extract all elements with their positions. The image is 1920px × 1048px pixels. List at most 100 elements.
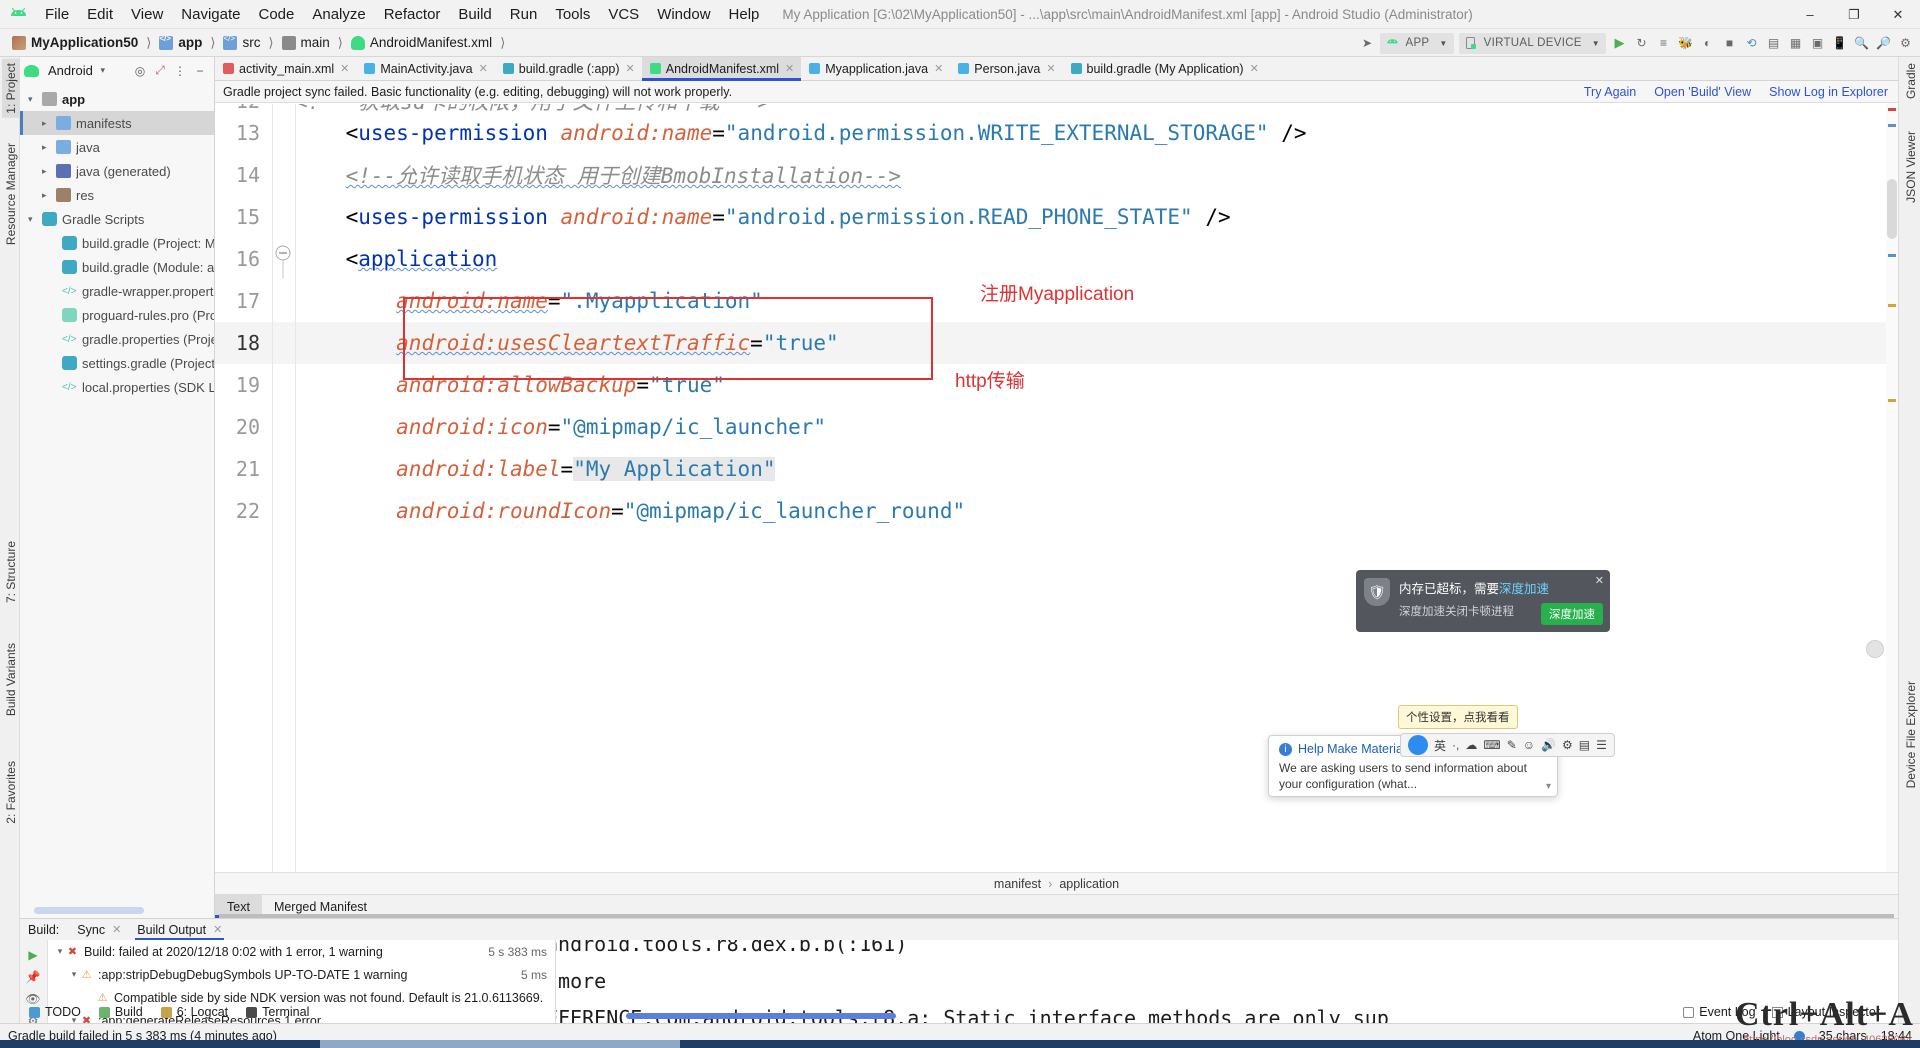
menu-code[interactable]: Code (249, 4, 303, 25)
menu-file[interactable]: File (36, 4, 78, 25)
menu-window[interactable]: Window (648, 4, 719, 25)
search-icon[interactable]: 🔎 (1873, 32, 1894, 54)
rail-tab-device-file-explorer[interactable]: Device File Explorer (1902, 677, 1920, 792)
tree-item-java-generated[interactable]: ▸ java (generated) (20, 159, 214, 183)
tree-item-java[interactable]: ▸ java (20, 135, 214, 159)
rail-tab-favorites[interactable]: 2: Favorites (2, 757, 20, 828)
ime-menu-icon[interactable]: ☰ (1596, 738, 1607, 752)
code-editor[interactable]: 12 <!-- 获取sd卡的权限，用于文件上传和下载 --> 13 uses-p… (215, 104, 1898, 872)
breadcrumb-manifest[interactable]: manifest (994, 877, 1041, 891)
menu-vcs[interactable]: VCS (599, 4, 648, 25)
open-build-view-link[interactable]: Open 'Build' View (1654, 85, 1751, 99)
tree-item-res[interactable]: ▸ res (20, 183, 214, 207)
menu-edit[interactable]: Edit (78, 4, 122, 25)
ime-settings-tooltip[interactable]: 个性设置，点我看看 (1398, 705, 1518, 729)
info-marker[interactable] (1888, 254, 1896, 257)
chevron-down-icon[interactable]: ▾ (28, 94, 42, 105)
close-icon[interactable]: ✕ (340, 62, 349, 75)
device-file-explorer-icon[interactable]: 📱 (1829, 32, 1850, 54)
ime-emoji-icon[interactable]: ☺ (1523, 738, 1535, 752)
breadcrumb-item-main[interactable]: main (278, 34, 334, 51)
try-again-link[interactable]: Try Again (1584, 85, 1636, 99)
breadcrumb-item-project[interactable]: MyApplication50 (8, 34, 142, 51)
stop-icon[interactable]: ■ (1719, 32, 1740, 54)
rail-tab-resource-manager[interactable]: Resource Manager (2, 139, 20, 249)
close-icon[interactable]: ✕ (479, 62, 488, 75)
tree-item-gradle-wrapper-properties[interactable]: </> gradle-wrapper.properties (Gra (20, 279, 214, 303)
build-row-strip-debug-symbols[interactable]: ▾ ⚠ :app:stripDebugDebugSymbols UP-TO-DA… (48, 963, 555, 986)
menu-build[interactable]: Build (449, 4, 500, 25)
build-tab-build-output[interactable]: Build Output ✕ (129, 919, 230, 941)
close-icon[interactable]: ✕ (1250, 62, 1259, 75)
ime-keyboard-icon[interactable]: ⌨ (1483, 738, 1500, 752)
rail-tab-build-variants[interactable]: Build Variants (2, 639, 20, 720)
sogou-logo-icon[interactable] (1408, 735, 1428, 755)
run-icon[interactable]: ▶ (1609, 32, 1630, 54)
editor-tab-activity-main-xml[interactable]: activity_main.xml ✕ (215, 57, 356, 80)
close-icon[interactable]: ✕ (1046, 62, 1055, 75)
tree-item-gradle-properties[interactable]: </> gradle.properties (Project Prop (20, 327, 214, 351)
chevron-down-icon[interactable]: ▾ (1546, 781, 1551, 792)
chevron-right-icon[interactable]: ▸ (42, 190, 56, 201)
chevron-down-icon[interactable]: ▾ (54, 946, 66, 957)
tree-item-local-properties[interactable]: </> local.properties (SDK Location) (20, 375, 214, 399)
tool-button-todo[interactable]: TODO (20, 1005, 90, 1019)
show-log-in-explorer-link[interactable]: Show Log in Explorer (1769, 85, 1888, 99)
close-button[interactable]: ✕ (1876, 0, 1920, 29)
taskbar-active-window[interactable] (320, 1040, 680, 1048)
close-icon[interactable]: ✕ (785, 62, 794, 75)
close-icon[interactable]: ✕ (1595, 574, 1604, 587)
tree-item-build-gradle-project[interactable]: build.gradle (Project: My_Applic (20, 231, 214, 255)
menu-analyze[interactable]: Analyze (303, 4, 374, 25)
editor-tab-androidmanifest-xml[interactable]: AndroidManifest.xml ✕ (641, 57, 802, 81)
editor-tab-mainactivity-java[interactable]: MainActivity.java ✕ (356, 57, 494, 80)
rail-tab-structure[interactable]: 7: Structure (2, 537, 20, 607)
collapse-toolbar-icon[interactable]: ➤ (1356, 32, 1377, 54)
console-horizontal-scrollbar[interactable] (626, 1013, 896, 1019)
editor-tab-build-gradle-app[interactable]: build.gradle (:app) ✕ (495, 57, 642, 80)
chevron-right-icon[interactable]: ▸ (42, 118, 56, 129)
editor-vertical-scrollbar[interactable] (1887, 179, 1897, 239)
project-horizontal-scrollbar[interactable] (34, 907, 144, 914)
build-tab-sync[interactable]: Sync ✕ (69, 919, 129, 941)
tool-button-build[interactable]: Build (90, 1005, 152, 1019)
layout-inspector-icon[interactable]: ▣ (1807, 32, 1828, 54)
sync-gradle-icon[interactable]: ⟲ (1741, 32, 1762, 54)
chevron-down-icon[interactable]: ▾ (68, 969, 80, 980)
tool-button-terminal[interactable]: Terminal (237, 1005, 318, 1019)
rerun-build-icon[interactable]: ▶ (20, 944, 46, 966)
info-marker[interactable] (1888, 124, 1896, 127)
editor-tab-build-gradle-my-application[interactable]: build.gradle (My Application) ✕ (1063, 57, 1266, 80)
editor-error-stripe[interactable] (1886, 104, 1898, 872)
menu-tools[interactable]: Tools (546, 4, 599, 25)
ime-mode-english[interactable]: 英 (1434, 737, 1446, 754)
scroll-from-source-icon[interactable]: ◎ (130, 61, 150, 81)
tool-button-logcat[interactable]: 6: Logcat (152, 1005, 237, 1019)
fold-marker[interactable] (273, 236, 295, 282)
floating-round-button[interactable] (1866, 640, 1884, 658)
tree-item-app[interactable]: ▾ app (20, 87, 214, 111)
warning-marker[interactable] (1888, 304, 1896, 307)
close-icon[interactable]: ✕ (934, 62, 943, 75)
ime-skin-icon[interactable]: ▤ (1579, 738, 1590, 752)
ime-settings-icon[interactable]: ⚙ (1562, 738, 1573, 752)
error-marker[interactable] (1888, 108, 1896, 111)
filter-icon[interactable]: 📌 (20, 966, 46, 988)
tree-item-build-gradle-module[interactable]: build.gradle (Module: app) 202 (20, 255, 214, 279)
rail-tab-project[interactable]: 1: Project (2, 59, 20, 118)
maximize-button[interactable]: ❐ (1832, 0, 1876, 29)
chevron-down-icon[interactable]: ▾ (28, 214, 42, 225)
editor-tab-myapplication-java[interactable]: Myapplication.java ✕ (801, 57, 950, 80)
tree-item-manifests[interactable]: ▸ manifests (20, 111, 214, 135)
tree-item-gradle-scripts[interactable]: ▾ Gradle Scripts (20, 207, 214, 231)
breadcrumb-item-src[interactable]: src (219, 34, 264, 51)
tree-item-proguard-rules[interactable]: proguard-rules.pro (ProGuard (20, 303, 214, 327)
hide-panel-icon[interactable]: − (190, 61, 210, 81)
tree-item-settings-gradle[interactable]: settings.gradle (Project Settings (20, 351, 214, 375)
editor-tab-person-java[interactable]: Person.java ✕ (950, 57, 1062, 80)
chevron-right-icon[interactable]: ▸ (42, 166, 56, 177)
close-icon[interactable]: ✕ (626, 62, 635, 75)
debug-icon[interactable]: 🐝 (1675, 32, 1696, 54)
profile-icon[interactable]: ◐ (1697, 32, 1718, 54)
minimize-button[interactable]: – (1788, 0, 1832, 29)
